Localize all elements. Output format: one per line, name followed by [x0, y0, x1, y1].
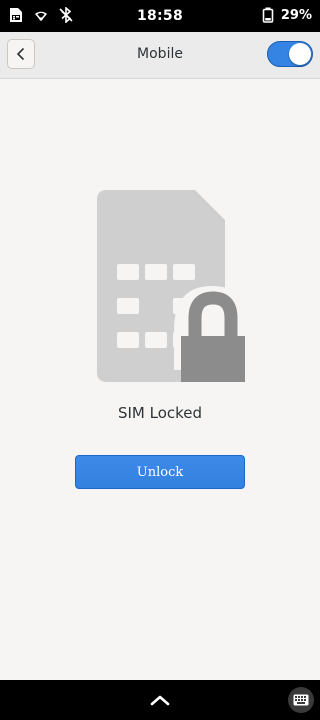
- header-bar: Mobile: [0, 32, 320, 79]
- battery-percentage: 29%: [280, 7, 312, 23]
- sim-locked-icon: [97, 190, 247, 382]
- status-icons-right: 29%: [260, 7, 312, 23]
- mobile-toggle-switch[interactable]: [267, 41, 313, 67]
- chevron-up-icon[interactable]: [148, 692, 172, 708]
- bottom-bar: [0, 680, 320, 720]
- keyboard-toggle-button[interactable]: [288, 687, 314, 713]
- keyboard-icon: [293, 694, 309, 706]
- status-bar: 18:58 29%: [0, 0, 320, 32]
- battery-icon: [262, 7, 274, 23]
- status-title: SIM Locked: [117, 404, 203, 422]
- unlock-button[interactable]: Unlock: [75, 455, 245, 489]
- mobile-settings-screen: 18:58 29% Mobile SIM Locked Unlock: [0, 0, 320, 720]
- toggle-knob: [289, 43, 311, 65]
